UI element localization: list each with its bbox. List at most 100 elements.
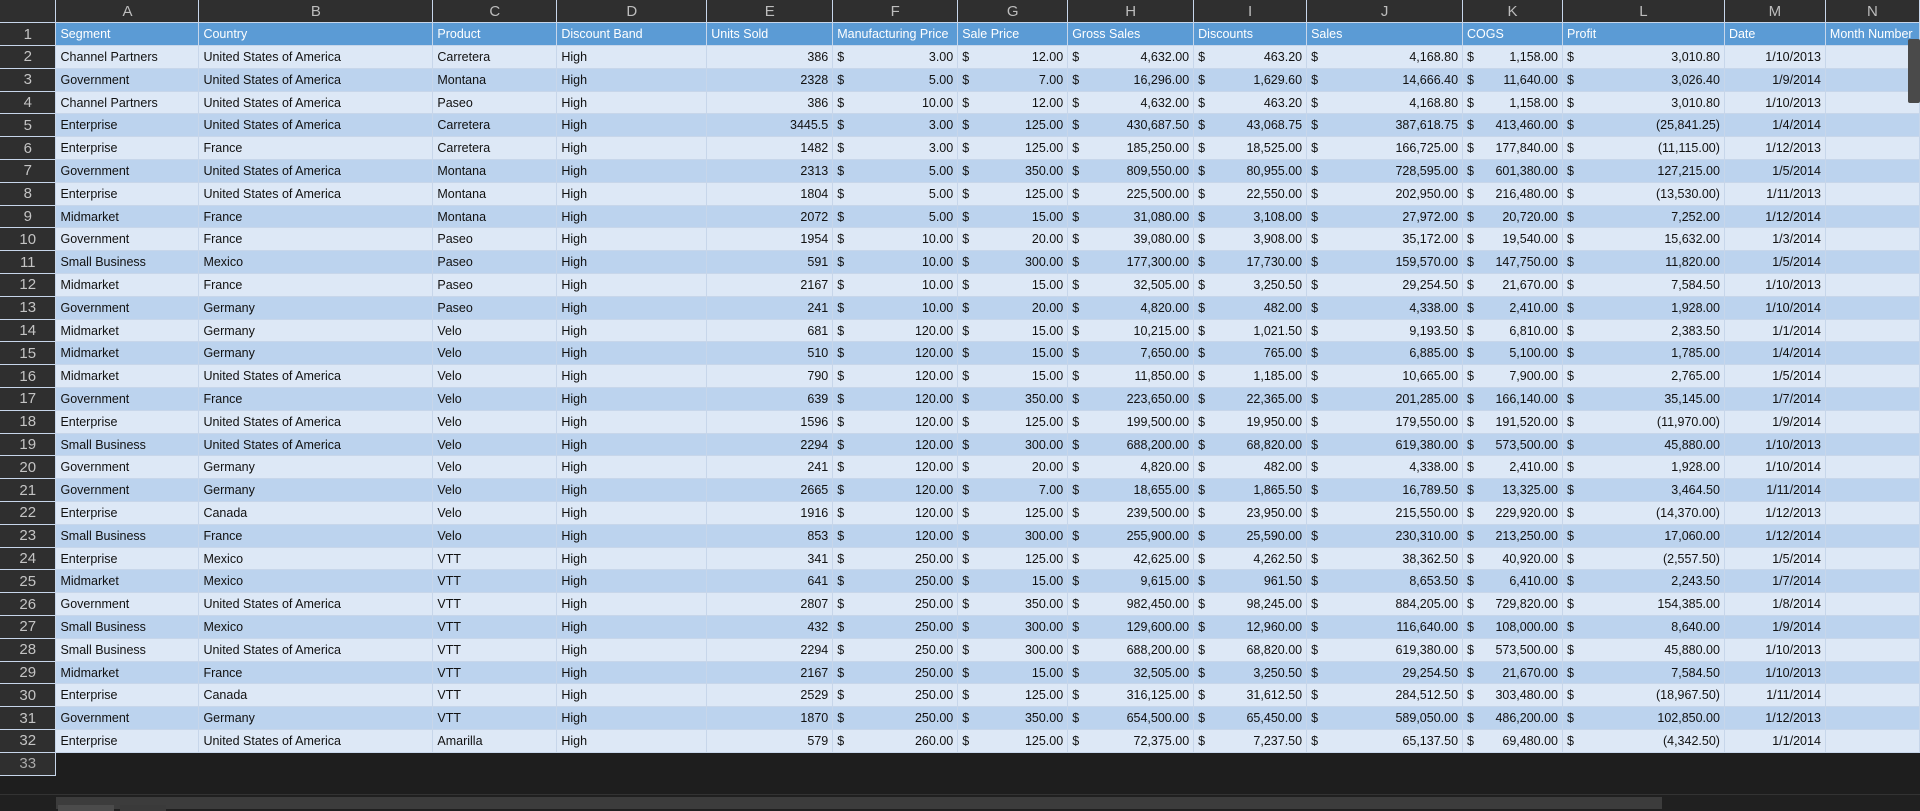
- sale-price-cell[interactable]: $7.00: [957, 68, 1069, 92]
- gross-sales-cell[interactable]: $129,600.00: [1067, 615, 1195, 639]
- units-sold-cell[interactable]: 386: [706, 45, 834, 69]
- discount-band-cell[interactable]: High: [556, 159, 708, 183]
- manufacturing-price-cell[interactable]: $120.00: [832, 501, 959, 525]
- profit-cell[interactable]: $ (13,530.00): [1562, 182, 1725, 206]
- discounts-cell[interactable]: $68,820.00: [1193, 638, 1308, 662]
- cogs-cell[interactable]: $5,100.00: [1462, 341, 1563, 366]
- discount-band-cell[interactable]: High: [556, 638, 708, 662]
- discount-band-cell[interactable]: High: [556, 273, 708, 297]
- discount-band-cell[interactable]: High: [556, 547, 708, 571]
- discount-band-cell[interactable]: High: [556, 136, 708, 161]
- cogs-cell[interactable]: $147,750.00: [1462, 250, 1563, 275]
- units-sold-cell[interactable]: 3445.5: [706, 113, 834, 138]
- row-header[interactable]: 21: [0, 478, 57, 503]
- discount-band-cell[interactable]: High: [556, 68, 708, 92]
- cogs-cell[interactable]: $191,520.00: [1462, 410, 1563, 434]
- sales-cell[interactable]: $387,618.75: [1306, 113, 1464, 138]
- gross-sales-cell[interactable]: $239,500.00: [1067, 501, 1195, 525]
- column-header-f[interactable]: F: [832, 0, 959, 24]
- gross-sales-cell[interactable]: $177,300.00: [1067, 250, 1195, 275]
- sales-cell[interactable]: $230,310.00: [1306, 524, 1464, 548]
- sales-cell[interactable]: $6,885.00: [1306, 341, 1464, 366]
- segment-cell[interactable]: Midmarket: [55, 205, 200, 229]
- cogs-cell[interactable]: $6,810.00: [1462, 319, 1563, 343]
- column-header-d[interactable]: D: [556, 0, 708, 24]
- manufacturing-price-cell[interactable]: $120.00: [832, 410, 959, 434]
- discounts-cell[interactable]: $1,629.60: [1193, 68, 1308, 92]
- discounts-cell[interactable]: $18,525.00: [1193, 136, 1308, 161]
- discounts-cell[interactable]: $765.00: [1193, 341, 1308, 366]
- row-header[interactable]: 29: [0, 661, 57, 685]
- product-cell[interactable]: Paseo: [432, 296, 558, 320]
- sales-cell[interactable]: $35,172.00: [1306, 227, 1464, 252]
- sales-cell[interactable]: $116,640.00: [1306, 615, 1464, 639]
- sales-cell[interactable]: $728,595.00: [1306, 159, 1464, 183]
- units-sold-cell[interactable]: 641: [706, 569, 834, 594]
- sales-cell[interactable]: $202,950.00: [1306, 182, 1464, 206]
- row-header[interactable]: 22: [0, 501, 57, 525]
- country-cell[interactable]: Germany: [198, 478, 434, 503]
- country-cell[interactable]: France: [198, 136, 434, 161]
- month-number-cell[interactable]: [1825, 159, 1920, 183]
- gross-sales-cell[interactable]: $9,615.00: [1067, 569, 1195, 594]
- sale-price-cell[interactable]: $125.00: [957, 182, 1069, 206]
- units-sold-cell[interactable]: 2167: [706, 661, 834, 685]
- sale-price-cell[interactable]: $300.00: [957, 433, 1069, 457]
- column-header-j[interactable]: J: [1306, 0, 1464, 24]
- month-number-cell[interactable]: [1825, 68, 1920, 92]
- discounts-cell[interactable]: $1,185.00: [1193, 364, 1308, 389]
- segment-cell[interactable]: Government: [55, 68, 200, 92]
- sales-cell[interactable]: $201,285.00: [1306, 387, 1464, 411]
- cogs-cell[interactable]: $19,540.00: [1462, 227, 1563, 252]
- product-cell[interactable]: Carretera: [432, 45, 558, 69]
- month-number-cell[interactable]: [1825, 341, 1920, 366]
- profit-cell[interactable]: $35,145.00: [1562, 387, 1725, 411]
- product-cell[interactable]: VTT: [432, 683, 558, 708]
- product-cell[interactable]: VTT: [432, 638, 558, 662]
- units-sold-cell[interactable]: 1804: [706, 182, 834, 206]
- date-cell[interactable]: 1/11/2014: [1724, 478, 1826, 503]
- sales-cell[interactable]: $65,137.50: [1306, 729, 1464, 753]
- country-cell[interactable]: United States of America: [198, 45, 434, 69]
- discount-band-cell[interactable]: High: [556, 296, 708, 320]
- row-header[interactable]: 6: [0, 136, 57, 161]
- discounts-cell[interactable]: $43,068.75: [1193, 113, 1308, 138]
- gross-sales-cell[interactable]: $32,505.00: [1067, 661, 1195, 685]
- sheet-tab[interactable]: [120, 805, 166, 811]
- product-cell[interactable]: Velo: [432, 455, 558, 480]
- month-number-cell[interactable]: [1825, 182, 1920, 206]
- segment-cell[interactable]: Government: [55, 159, 200, 183]
- date-cell[interactable]: 1/12/2014: [1724, 205, 1826, 229]
- month-number-cell[interactable]: [1825, 706, 1920, 730]
- segment-cell[interactable]: Small Business: [55, 615, 200, 639]
- sale-price-cell[interactable]: $7.00: [957, 478, 1069, 503]
- gross-sales-cell[interactable]: $4,820.00: [1067, 455, 1195, 480]
- row-header[interactable]: 27: [0, 615, 57, 639]
- column-header-n[interactable]: N: [1825, 0, 1920, 24]
- country-cell[interactable]: United States of America: [198, 91, 434, 115]
- country-cell[interactable]: Canada: [198, 683, 434, 708]
- sales-cell[interactable]: $4,338.00: [1306, 455, 1464, 480]
- row-header[interactable]: 20: [0, 455, 57, 480]
- product-cell[interactable]: Velo: [432, 341, 558, 366]
- month-number-cell[interactable]: [1825, 410, 1920, 434]
- discounts-cell[interactable]: $31,612.50: [1193, 683, 1308, 708]
- discounts-cell[interactable]: $482.00: [1193, 296, 1308, 320]
- discount-band-cell[interactable]: High: [556, 319, 708, 343]
- segment-cell[interactable]: Channel Partners: [55, 91, 200, 115]
- cogs-cell[interactable]: $2,410.00: [1462, 455, 1563, 480]
- product-cell[interactable]: Montana: [432, 68, 558, 92]
- date-cell[interactable]: 1/10/2013: [1724, 91, 1826, 115]
- manufacturing-price-cell[interactable]: $3.00: [832, 136, 959, 161]
- country-cell[interactable]: Mexico: [198, 569, 434, 594]
- month-number-cell[interactable]: [1825, 364, 1920, 389]
- cogs-cell[interactable]: $11,640.00: [1462, 68, 1563, 92]
- discounts-cell[interactable]: $68,820.00: [1193, 433, 1308, 457]
- sale-price-cell[interactable]: $300.00: [957, 638, 1069, 662]
- sales-cell[interactable]: $619,380.00: [1306, 638, 1464, 662]
- sale-price-cell[interactable]: $300.00: [957, 524, 1069, 548]
- empty-cell[interactable]: [55, 752, 200, 776]
- units-sold-cell[interactable]: 1916: [706, 501, 834, 525]
- sales-cell[interactable]: $4,168.80: [1306, 45, 1464, 69]
- date-cell[interactable]: 1/5/2014: [1724, 547, 1826, 571]
